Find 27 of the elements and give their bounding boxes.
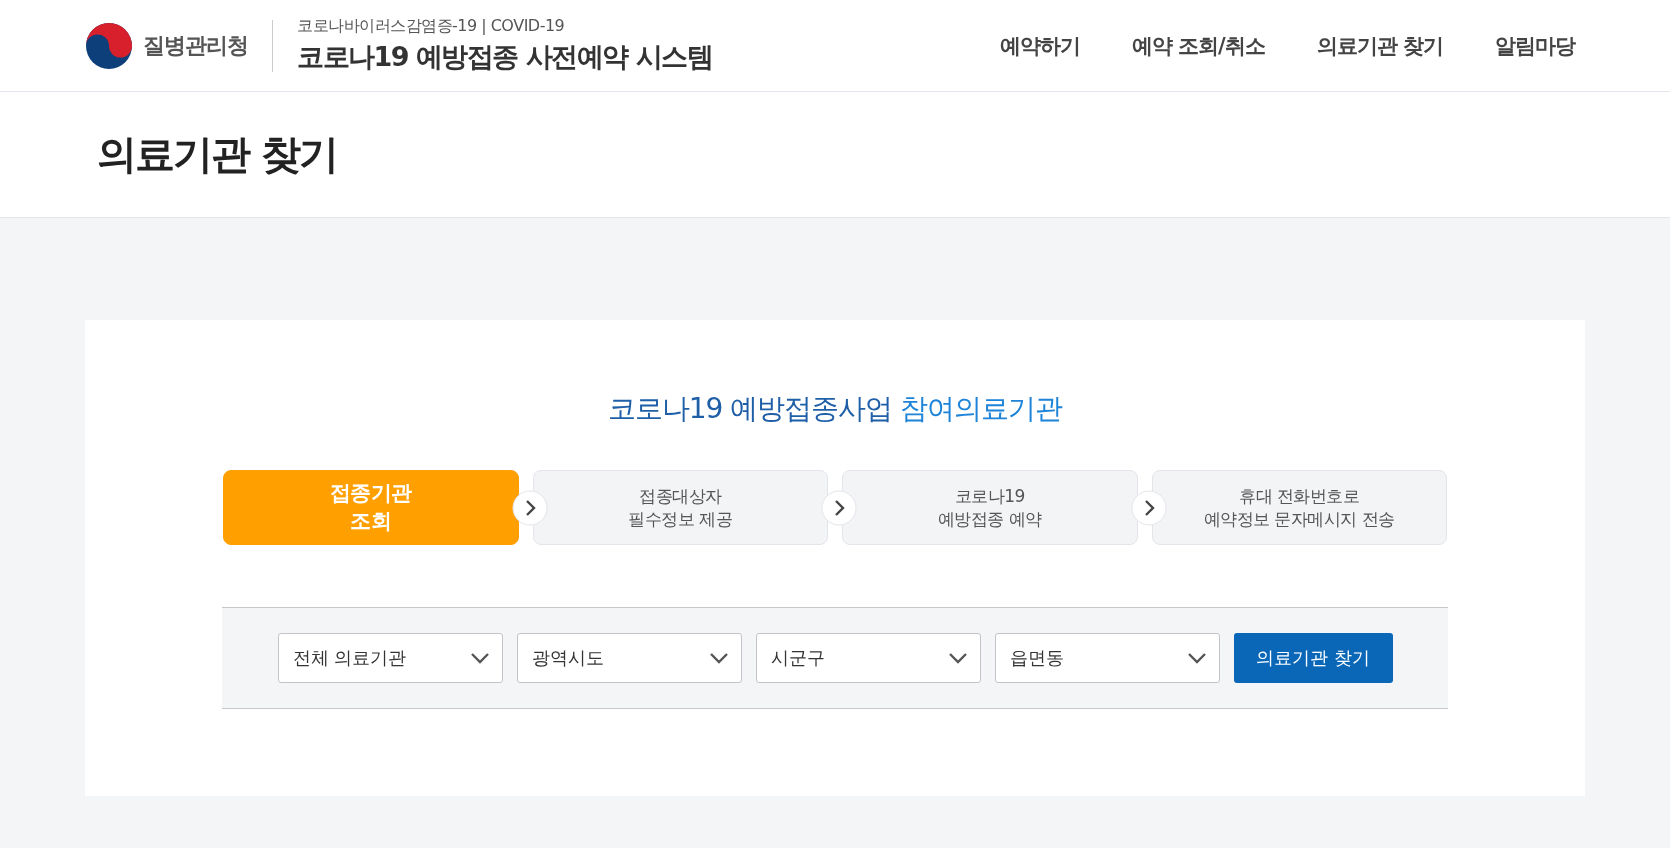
step-label: 예약정보 문자메시지 전송 [1203,507,1395,530]
dropdown-select[interactable]: 읍면동 [994,633,1220,683]
nav-link[interactable]: 예약하기 [999,31,1080,60]
step-label: 접종대상자 [639,485,722,508]
dropdown-select[interactable]: 전체 의료기관 [277,633,503,683]
step-label: 조회 [350,507,392,535]
nav-link[interactable]: 의료기관 찾기 [1316,31,1443,60]
section-heading: 코로나19 예방접종사업 참여의료기관 [607,391,1063,427]
site-subtitle: 코로나바이러스감염증-19 | COVID-19 [297,16,566,37]
agency-name: 질병관리청 [143,31,248,60]
step-label: 필수정보 제공 [628,507,733,530]
step-label: 예방접종 예약 [937,507,1042,530]
chevron-down-icon [1186,652,1207,664]
page-title: 의료기관 찾기 [97,130,337,179]
step-label: 코로나19 [954,485,1025,508]
chevron-down-icon [947,652,968,664]
logo-icon [85,21,133,70]
system-title: 코로나19 예방접종 사전예약 시스템 [297,40,713,74]
search-button[interactable]: 의료기관 찾기 [1233,633,1393,683]
chevron-down-icon [469,652,490,664]
step-label: 접종기관 [329,480,412,508]
dropdown-select[interactable]: 시군구 [755,633,981,683]
step-label: 휴대 전화번호로 [1239,485,1360,508]
dropdown-select[interactable]: 광역시도 [516,633,742,683]
nav-link[interactable]: 알림마당 [1495,31,1575,60]
nav-link[interactable]: 예약 조회/취소 [1131,31,1265,60]
chevron-down-icon [708,652,729,664]
